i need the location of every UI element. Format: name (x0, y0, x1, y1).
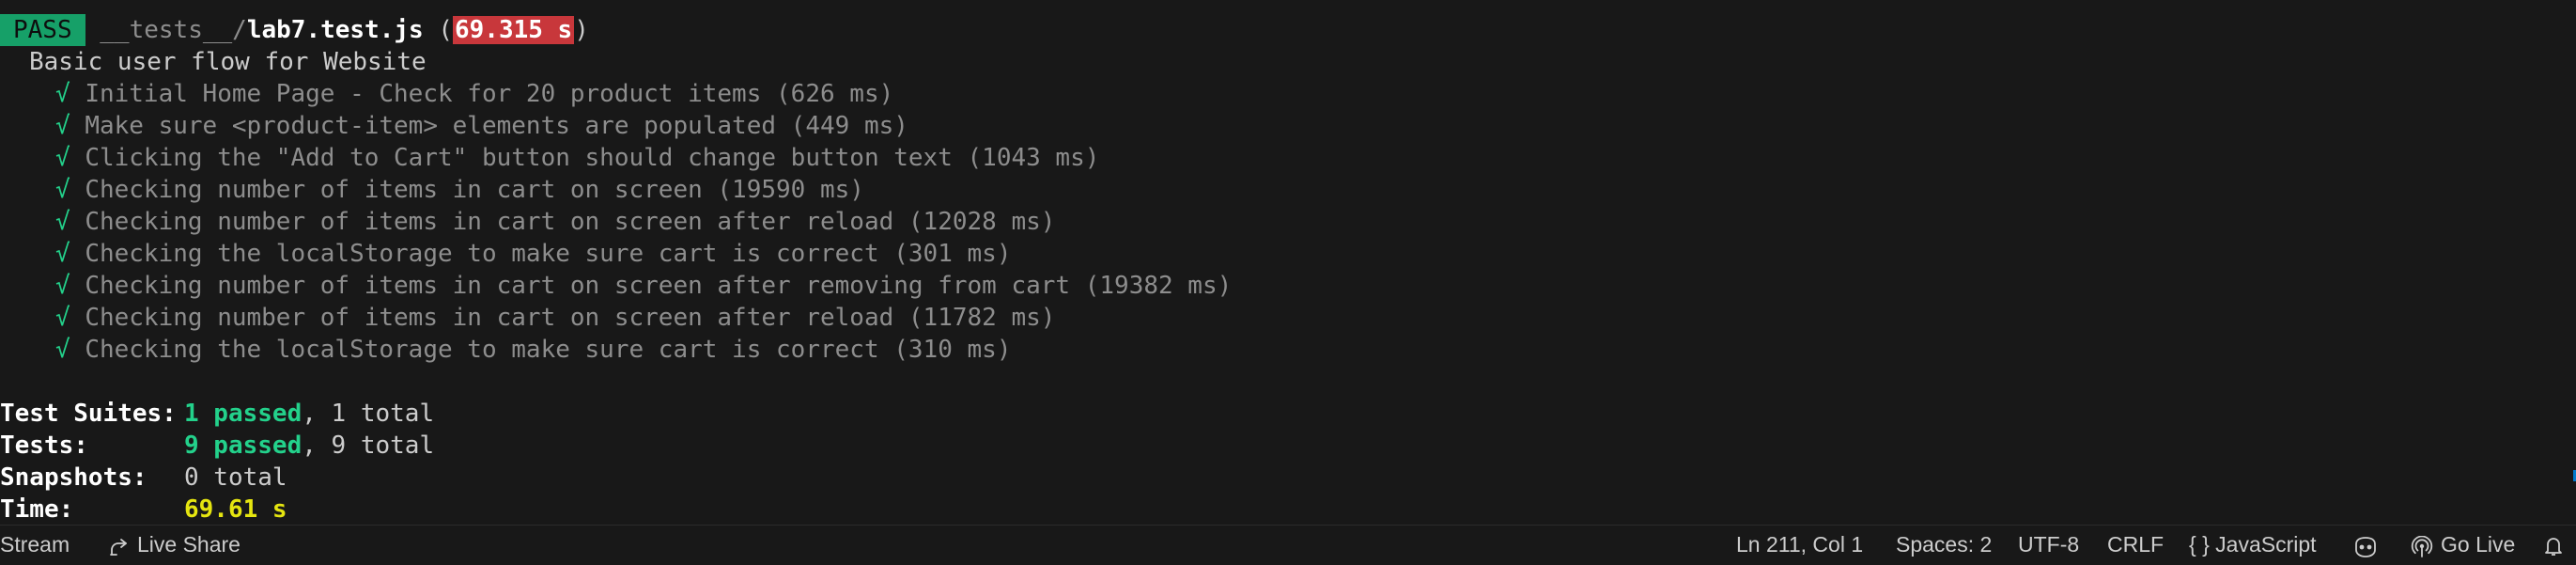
summary-tests: Tests: 9 passed, 9 total (0, 430, 434, 462)
stream-label: Stream (0, 532, 70, 557)
notifications-button[interactable] (2542, 526, 2565, 564)
check-gap (70, 208, 85, 236)
indentation: Spaces: 2 (1896, 532, 1993, 557)
summary-snapshots-value: 0 total (184, 463, 287, 492)
live-share-icon (107, 526, 130, 565)
summary-time: Time: 69.61 s (0, 494, 287, 525)
check-gap (70, 272, 85, 300)
summary-time-value: 69.61 s (184, 495, 287, 524)
end-of-line: CRLF (2107, 532, 2165, 557)
go-live-button[interactable]: Go Live (2411, 526, 2515, 564)
copilot-icon (2352, 526, 2379, 565)
test-result-row: √ Checking the localStorage to make sure… (55, 334, 1011, 366)
test-dir: __tests__/ (100, 16, 247, 44)
language-mode: JavaScript (2215, 532, 2317, 557)
test-result-row: √ Checking the localStorage to make sure… (55, 238, 1011, 270)
terminal-output[interactable]: PASS __tests__/lab7.test.js (69.315 s) B… (0, 0, 2576, 525)
status-bar: Stream Live Share Ln 211, Col 1 Spaces: … (0, 525, 2576, 564)
live-share-label: Live Share (137, 532, 241, 557)
test-name: Checking the localStorage to make sure c… (85, 336, 1012, 364)
check-mark-icon: √ (55, 208, 70, 236)
summary-tests-passed: 9 passed (184, 432, 303, 460)
check-gap (70, 336, 85, 364)
summary-suites-label: Test Suites: (0, 400, 177, 428)
test-file-header: PASS __tests__/lab7.test.js (69.315 s) (0, 14, 589, 46)
test-result-row: √ Checking number of items in cart on sc… (55, 302, 1055, 334)
test-name: Checking number of items in cart on scre… (85, 272, 1233, 300)
close-paren: ) (574, 16, 589, 44)
test-name: Checking number of items in cart on scre… (85, 176, 864, 204)
cursor-position-button[interactable]: Ln 211, Col 1 (1736, 526, 1863, 564)
copilot-button[interactable] (2352, 526, 2386, 564)
check-gap (70, 144, 85, 172)
test-result-row: √ Clicking the "Add to Cart" button shou… (55, 142, 1099, 174)
test-name: Checking the localStorage to make sure c… (85, 240, 1012, 268)
indentation-button[interactable]: Spaces: 2 (1896, 526, 1992, 564)
test-result-row: √ Checking number of items in cart on sc… (55, 206, 1055, 238)
encoding: UTF-8 (2018, 532, 2080, 557)
live-share-button[interactable]: Live Share (107, 526, 241, 564)
summary-snapshots-label: Snapshots: (0, 463, 147, 492)
go-live-label: Go Live (2441, 532, 2516, 557)
check-gap (70, 112, 85, 140)
check-mark-icon: √ (55, 336, 70, 364)
check-gap (70, 304, 85, 332)
check-mark-icon: √ (55, 176, 70, 204)
test-file-name: lab7.test.js (246, 16, 424, 44)
check-mark-icon: √ (55, 80, 70, 108)
check-gap (70, 80, 85, 108)
summary-suites: Test Suites: 1 passed, 1 total (0, 398, 434, 430)
check-mark-icon: √ (55, 240, 70, 268)
eol-button[interactable]: CRLF (2107, 526, 2164, 564)
language-mode-button[interactable]: { } JavaScript (2189, 526, 2317, 564)
file-path-gap (85, 16, 101, 44)
check-gap (70, 240, 85, 268)
test-result-row: √ Checking number of items in cart on sc… (55, 270, 1232, 302)
test-name: Clicking the "Add to Cart" button should… (85, 144, 1100, 172)
check-mark-icon: √ (55, 272, 70, 300)
check-mark-icon: √ (55, 144, 70, 172)
duration-badge: 69.315 s (452, 16, 575, 44)
cursor-position: Ln 211, Col 1 (1736, 532, 1864, 557)
summary-suites-passed: 1 passed (184, 400, 303, 428)
open-paren: ( (423, 16, 453, 44)
test-name: Checking number of items in cart on scre… (85, 208, 1056, 236)
pass-badge: PASS (0, 14, 85, 46)
broadcast-icon (2411, 526, 2433, 565)
summary-suites-total: , 1 total (302, 400, 435, 428)
suite-title: Basic user flow for Website (29, 48, 427, 76)
check-mark-icon: √ (55, 112, 70, 140)
test-name: Checking number of items in cart on scre… (85, 304, 1056, 332)
summary-snapshots: Snapshots: 0 total (0, 462, 287, 494)
language-braces-icon: { } (2189, 532, 2210, 557)
summary-time-label: Time: (0, 495, 74, 524)
bell-icon (2542, 532, 2565, 557)
test-result-row: √ Make sure <product-item> elements are … (55, 110, 908, 142)
check-gap (70, 176, 85, 204)
test-result-row: √ Checking number of items in cart on sc… (55, 174, 864, 206)
test-name: Make sure <product-item> elements are po… (85, 112, 908, 140)
encoding-button[interactable]: UTF-8 (2018, 526, 2079, 564)
summary-tests-total: , 9 total (302, 432, 435, 460)
test-name: Initial Home Page - Check for 20 product… (85, 80, 894, 108)
stream-item[interactable]: Stream (0, 526, 70, 564)
check-mark-icon: √ (55, 304, 70, 332)
test-result-row: √ Initial Home Page - Check for 20 produ… (55, 78, 893, 110)
summary-tests-label: Tests: (0, 432, 88, 460)
